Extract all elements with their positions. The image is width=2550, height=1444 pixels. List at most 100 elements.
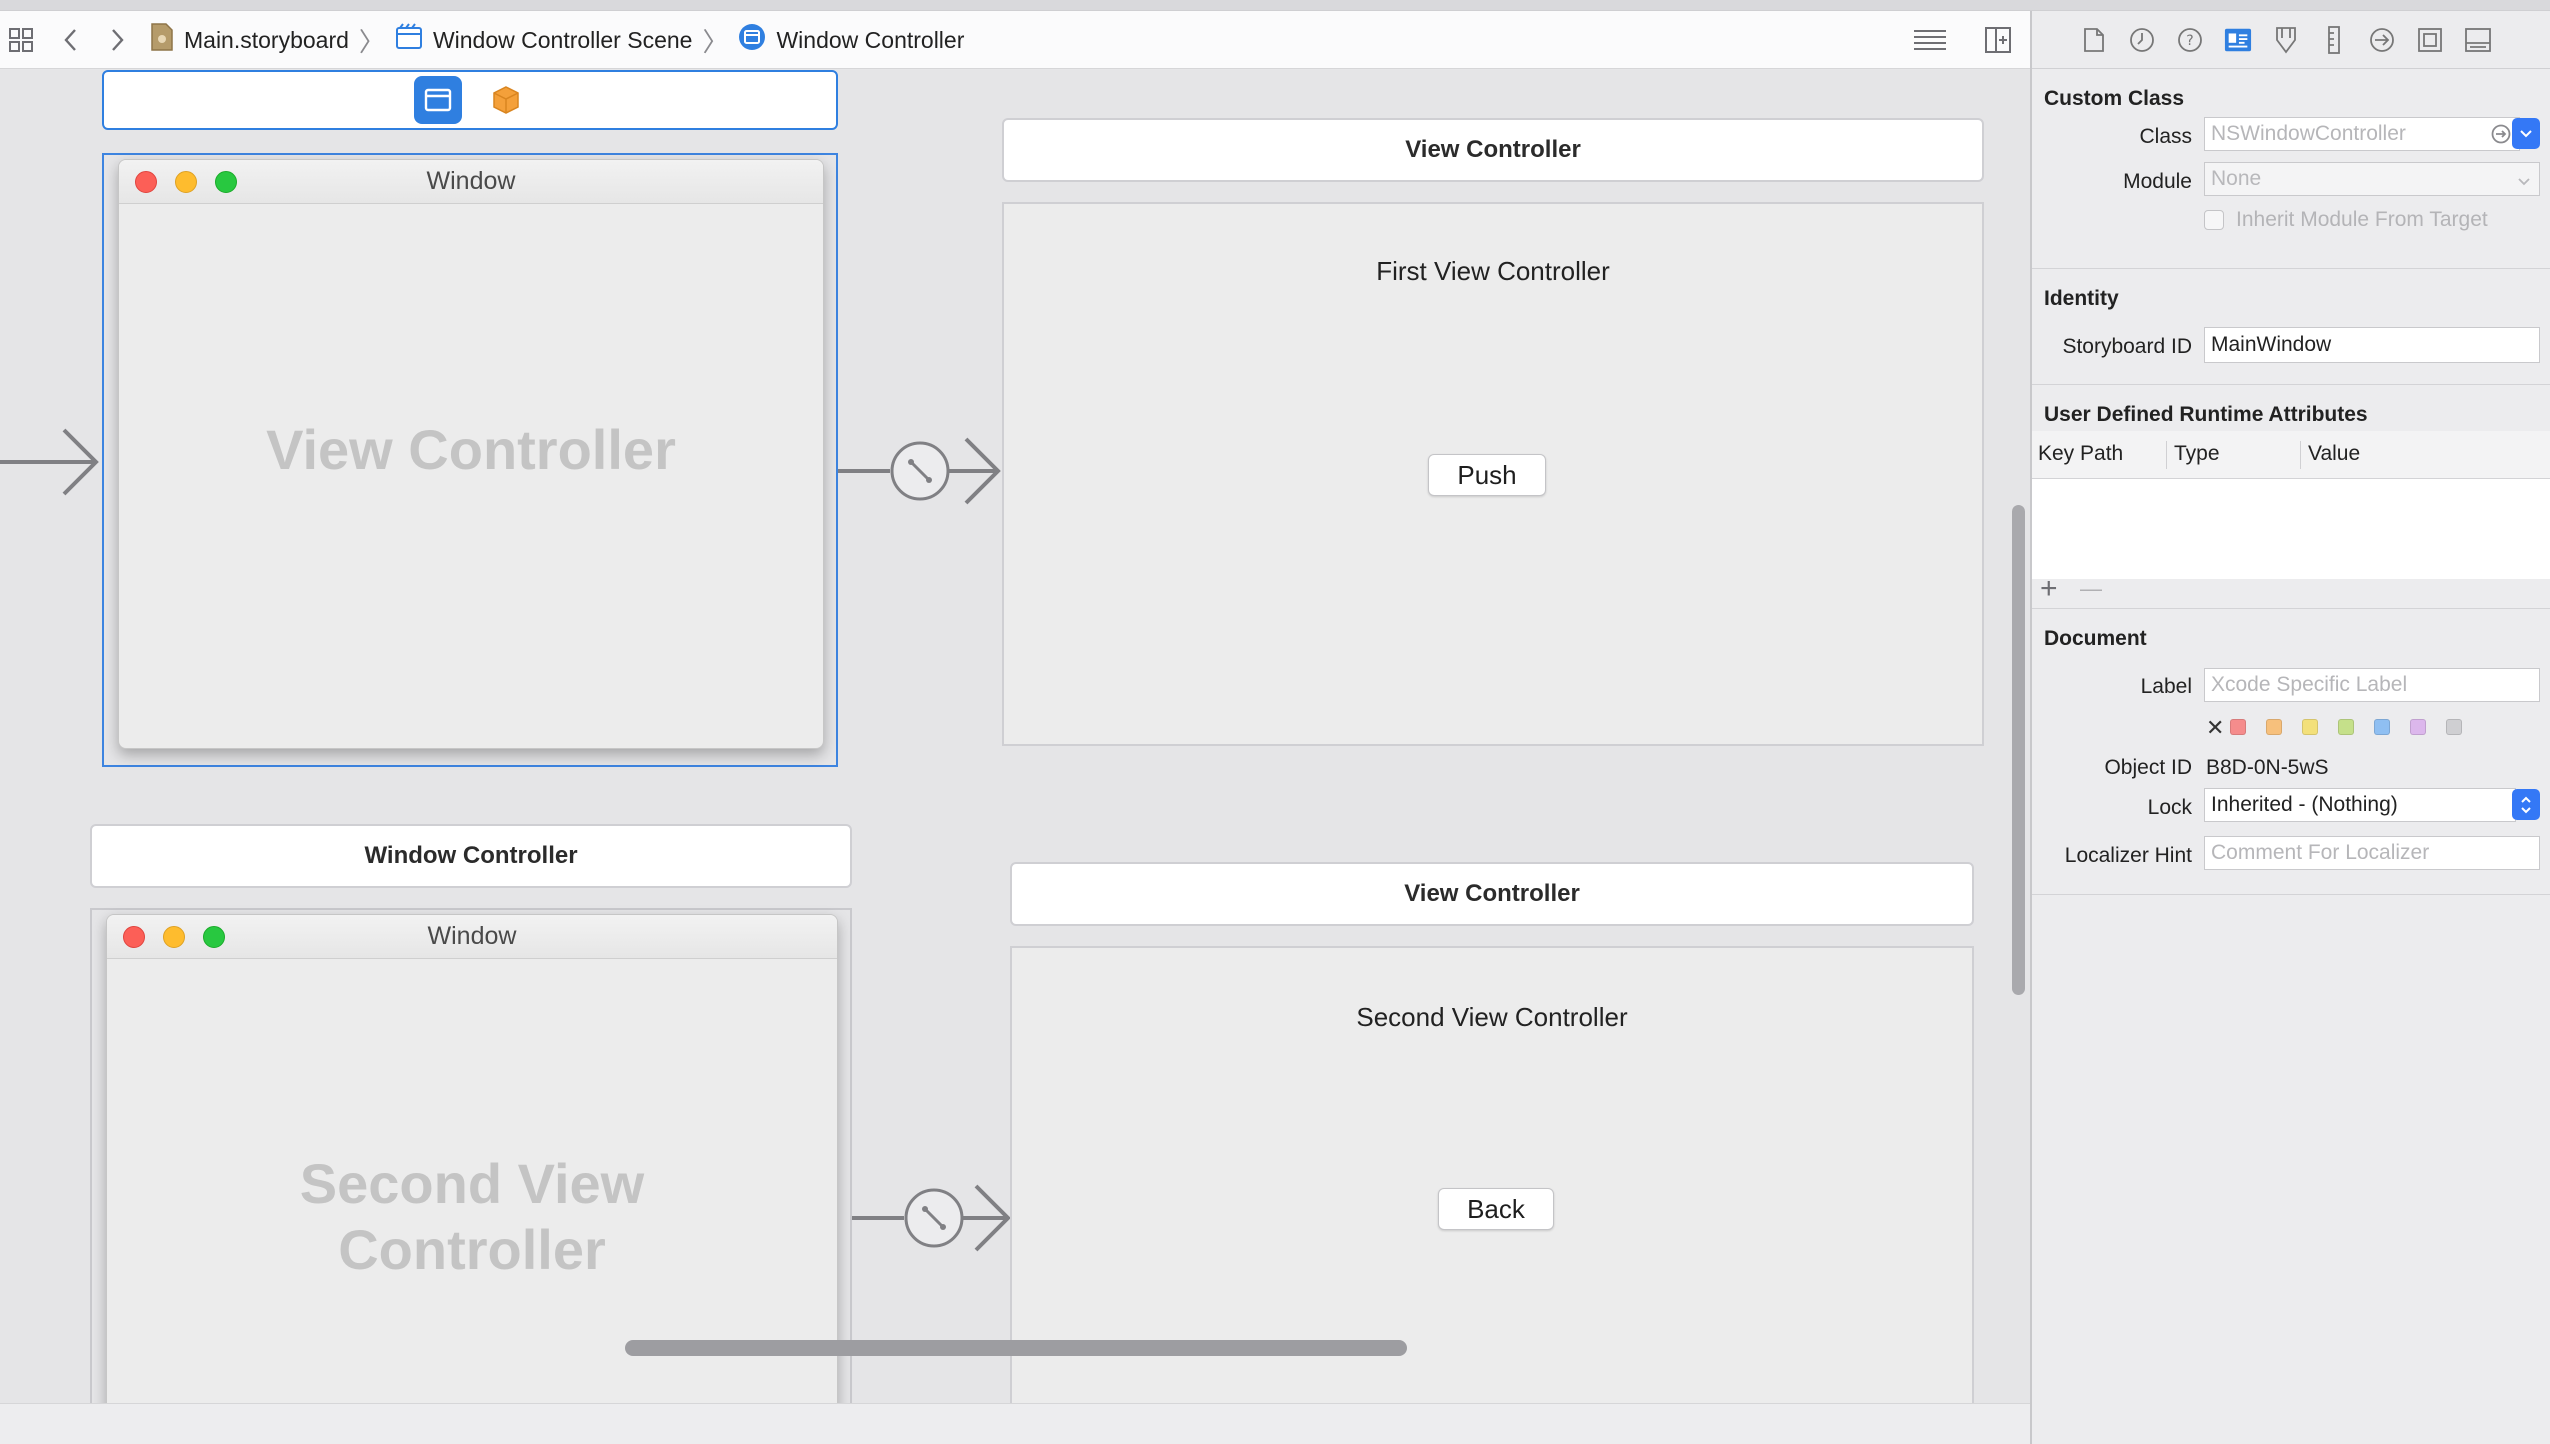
chevron-left-icon[interactable] (56, 11, 86, 69)
storyboard-id-value: MainWindow (2211, 333, 2332, 356)
section-title: Custom Class (2044, 87, 2185, 110)
color-swatch[interactable] (2338, 719, 2354, 735)
window-titlebar: Window (119, 160, 823, 204)
connections-icon[interactable] (2368, 26, 2396, 54)
jump-bar: Main.storyboard 〉 Window Controller Scen… (0, 11, 2030, 69)
minimize-icon (163, 926, 185, 948)
bindings-icon[interactable] (2416, 26, 2444, 54)
segue-icon[interactable] (852, 1178, 1012, 1258)
entry-point-arrow-icon[interactable] (0, 422, 104, 502)
grid-icon[interactable] (4, 11, 38, 69)
chevron-right-icon: 〉 (358, 26, 385, 57)
column-type[interactable]: Type (2174, 442, 2220, 466)
arrow-circle-icon[interactable] (2491, 124, 2511, 150)
identity-section: Identity Storyboard ID MainWindow (2032, 269, 2550, 385)
color-swatch[interactable] (2230, 719, 2246, 735)
chevron-right-icon[interactable] (102, 11, 132, 69)
view-title-label: First View Controller (1376, 256, 1610, 286)
lines-icon[interactable] (1910, 11, 1950, 69)
color-swatch[interactable] (2266, 719, 2282, 735)
content-placeholder: View Controller (266, 418, 676, 481)
chevron-down-icon[interactable] (2512, 118, 2540, 149)
cube-icon[interactable] (490, 84, 522, 116)
window-controller-frame[interactable]: Window Second View Controller (90, 908, 852, 1403)
section-title: Document (2044, 627, 2147, 650)
view-controller-view[interactable]: Second View Controller Back (1010, 946, 1974, 1403)
class-label: Class (2139, 125, 2192, 148)
segue-icon[interactable] (838, 431, 1004, 511)
window-titlebar: Window (107, 915, 837, 959)
color-swatch[interactable] (2410, 719, 2426, 735)
lock-value: Inherited - (Nothing) (2211, 793, 2398, 816)
storyboard-id-label: Storyboard ID (2062, 335, 2192, 358)
file-icon[interactable] (2080, 26, 2108, 54)
remove-attribute-button[interactable]: — (2080, 575, 2102, 603)
clear-color-icon[interactable]: ✕ (2206, 715, 2224, 741)
module-field[interactable]: None (2204, 162, 2540, 196)
chevron-right-icon: 〉 (702, 26, 729, 57)
push-button[interactable]: Push (1428, 454, 1546, 496)
window[interactable]: Window View Controller (118, 159, 824, 749)
close-icon (135, 171, 157, 193)
attributes-icon[interactable] (2272, 26, 2300, 54)
breadcrumb-label: Main.storyboard (184, 26, 349, 53)
vertical-scrollbar[interactable] (2012, 505, 2025, 995)
breadcrumb-item-storyboard[interactable]: Main.storyboard (150, 22, 349, 58)
storyboard-file-icon (150, 22, 174, 58)
scene-header[interactable]: View Controller (1002, 118, 1984, 182)
inspector-tabs: ? (2032, 11, 2550, 69)
color-swatch[interactable] (2374, 719, 2390, 735)
window-title: Window (426, 167, 516, 195)
zoom-icon (203, 926, 225, 948)
scene-dock[interactable] (102, 70, 838, 130)
column-value[interactable]: Value (2308, 442, 2360, 466)
split-editor-icon[interactable] (1980, 11, 2016, 69)
color-swatch[interactable] (2302, 719, 2318, 735)
class-field[interactable]: NSWindowController (2204, 117, 2520, 151)
lock-popup[interactable]: Inherited - (Nothing) (2204, 788, 2516, 822)
effects-icon[interactable] (2464, 26, 2492, 54)
identity-icon[interactable] (2224, 26, 2252, 54)
window-title: Window (427, 922, 517, 950)
window-top-strip (0, 0, 2550, 11)
help-icon[interactable]: ? (2176, 26, 2204, 54)
window-controller-icon[interactable] (414, 76, 462, 124)
color-swatch[interactable] (2446, 719, 2462, 735)
lock-label: Lock (2147, 796, 2192, 819)
content-placeholder: Second View (299, 1152, 645, 1215)
breadcrumb-item-controller[interactable]: Window Controller (738, 23, 964, 57)
section-title: User Defined Runtime Attributes (2044, 403, 2368, 426)
history-icon[interactable] (2128, 26, 2156, 54)
localizer-hint-field[interactable]: Comment For Localizer (2204, 836, 2540, 870)
scene-header[interactable]: View Controller (1010, 862, 1974, 926)
column-key-path[interactable]: Key Path (2038, 442, 2123, 466)
size-icon[interactable] (2320, 25, 2348, 54)
add-attribute-button[interactable]: + (2040, 574, 2058, 604)
document-label-field[interactable]: Xcode Specific Label (2204, 668, 2540, 702)
back-button[interactable]: Back (1438, 1188, 1554, 1230)
horizontal-scrollbar[interactable] (625, 1340, 1407, 1356)
inherit-module-checkbox[interactable] (2204, 210, 2224, 230)
chevron-down-icon (2517, 171, 2531, 195)
document-label-placeholder: Xcode Specific Label (2211, 673, 2408, 696)
scene-icon (395, 23, 423, 57)
runtime-attributes-section: User Defined Runtime Attributes Key Path… (2032, 385, 2550, 609)
storyboard-canvas[interactable]: Window View Controller View Controller F… (0, 70, 2030, 1403)
localizer-hint-placeholder: Comment For Localizer (2211, 841, 2430, 864)
zoom-icon (215, 171, 237, 193)
object-id-label: Object ID (2104, 756, 2192, 779)
runtime-attributes-table[interactable] (2032, 479, 2550, 579)
view-controller-view[interactable]: First View Controller Push (1002, 202, 1984, 746)
window[interactable]: Window Second View Controller (106, 914, 838, 1403)
view-title-label: Second View Controller (1356, 1002, 1628, 1032)
breadcrumb-item-scene[interactable]: Window Controller Scene (395, 23, 692, 57)
scene-header-label: View Controller (1405, 136, 1581, 163)
up-down-chevron-icon[interactable] (2512, 789, 2540, 820)
class-placeholder: NSWindowController (2211, 122, 2406, 145)
inspector-panel: ? Custom Class Class NSWindowController (2030, 11, 2550, 1444)
document-label-label: Label (2140, 675, 2192, 698)
storyboard-id-field[interactable]: MainWindow (2204, 327, 2540, 363)
scene-header[interactable]: Window Controller (90, 824, 852, 888)
window-controller-frame[interactable]: Window View Controller (102, 153, 838, 767)
content-placeholder: Controller (338, 1218, 606, 1281)
